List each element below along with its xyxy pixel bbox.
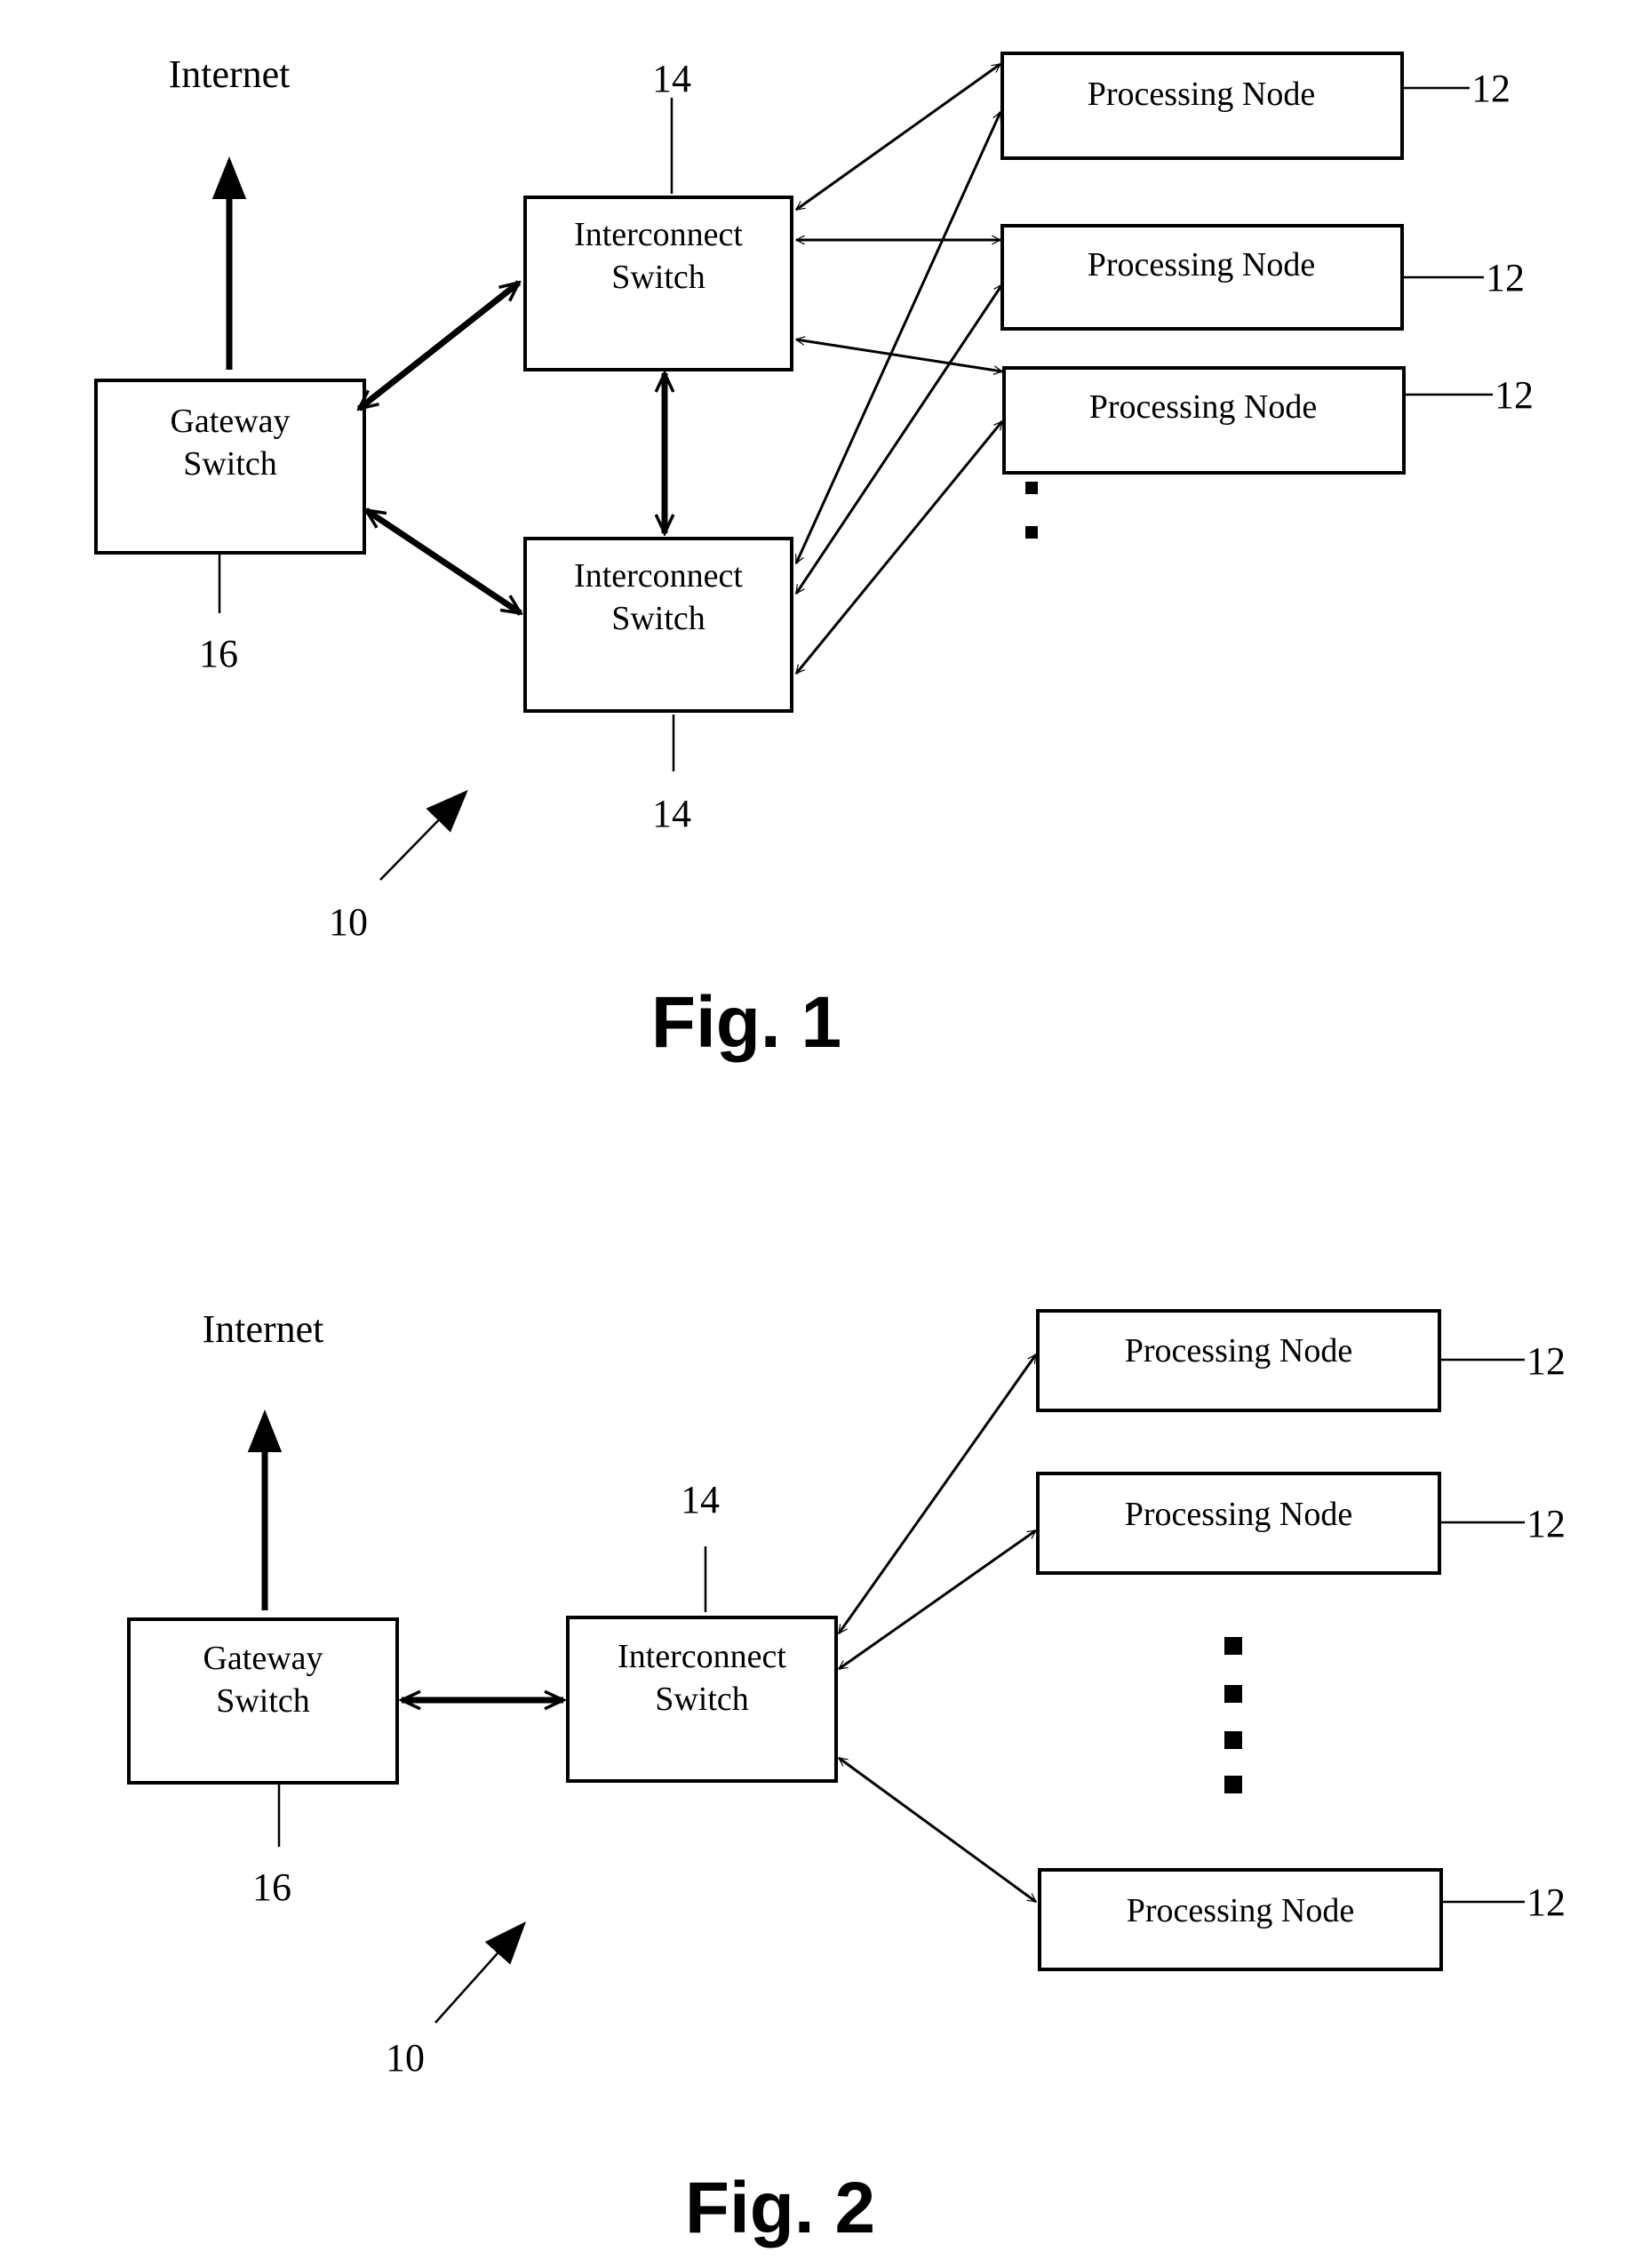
interconnect-top-label-line2: Switch xyxy=(611,259,705,296)
node-2-ref-number: 12 xyxy=(1526,1502,1566,1545)
processing-node-3: Processing Node xyxy=(1038,1868,1443,1971)
gateway-label-line1: Gateway xyxy=(170,403,290,440)
ellipsis-dot xyxy=(1025,526,1038,539)
node-3-ref-number: 12 xyxy=(1495,373,1534,417)
interconnect-top-label-line1: Interconnect xyxy=(574,216,743,253)
ellipsis-dot xyxy=(1224,1685,1242,1703)
interconnect-switch-box-bottom: Interconnect Switch xyxy=(523,537,793,713)
ellipsis-dot xyxy=(1224,1637,1242,1655)
switch-to-node-3-link xyxy=(839,1756,1036,1904)
system-ref-arrow xyxy=(434,1921,527,2024)
interconnect-switch-box: Interconnect Switch xyxy=(566,1616,838,1783)
processing-node-2: Processing Node xyxy=(1036,1472,1441,1575)
switch-to-node-2-link xyxy=(839,1529,1036,1671)
interconnect-bottom-label-line2: Switch xyxy=(611,600,705,637)
interconnect-bottom-ref-number: 14 xyxy=(652,792,691,835)
gateway-label-line2: Switch xyxy=(216,1682,310,1720)
node-1-ref-number: 12 xyxy=(1471,67,1510,110)
processing-node-1-label: Processing Node xyxy=(1088,76,1315,113)
system-ref-number: 10 xyxy=(329,900,368,944)
bottom-switch-to-node-1-link xyxy=(794,112,1002,563)
gateway-switch-box: Gateway Switch xyxy=(94,379,366,555)
figure-1: Internet Gateway Switch 16 Interconnect … xyxy=(94,52,1534,1063)
figure-1-caption: Fig. 1 xyxy=(651,982,841,1063)
gateway-to-interconnect-top-link xyxy=(359,280,519,411)
interconnect-bottom-label-line1: Interconnect xyxy=(574,557,743,595)
ellipsis-dot xyxy=(1224,1776,1242,1793)
gateway-switch-box: Gateway Switch xyxy=(127,1617,399,1785)
processing-node-3-label: Processing Node xyxy=(1089,388,1317,426)
node-2-ref-number: 12 xyxy=(1486,256,1525,299)
figure-2-caption: Fig. 2 xyxy=(685,2168,875,2248)
ellipsis-dots xyxy=(1224,1637,1242,1793)
ellipsis-dot xyxy=(1224,1731,1242,1749)
processing-node-1: Processing Node xyxy=(1000,52,1404,160)
interconnect-top-ref-number: 14 xyxy=(652,57,691,100)
internet-label: Internet xyxy=(169,52,291,96)
top-switch-to-node-3-link xyxy=(796,339,1002,371)
gateway-label-line2: Switch xyxy=(183,445,277,483)
processing-node-2-label: Processing Node xyxy=(1125,1496,1352,1533)
gateway-to-interconnect-bottom-link xyxy=(366,507,521,616)
patent-drawing-sheet: Internet Gateway Switch 16 Interconnect … xyxy=(94,52,1566,2248)
processing-node-3: Processing Node xyxy=(1002,366,1406,475)
node-3-ref-number: 12 xyxy=(1526,1881,1566,1924)
processing-node-2-label: Processing Node xyxy=(1088,246,1315,284)
processing-node-3-label: Processing Node xyxy=(1127,1892,1354,1929)
processing-node-2: Processing Node xyxy=(1000,224,1404,331)
ellipsis-dot xyxy=(1025,482,1038,494)
interconnect-label-line2: Switch xyxy=(655,1681,749,1718)
node-1-ref-number: 12 xyxy=(1526,1339,1566,1383)
interconnect-label-line1: Interconnect xyxy=(618,1638,786,1675)
processing-node-1-label: Processing Node xyxy=(1125,1332,1352,1370)
system-ref-arrow xyxy=(379,789,468,881)
interconnect-ref-number: 14 xyxy=(681,1478,720,1521)
gateway-ref-number: 16 xyxy=(252,1865,291,1909)
gateway-ref-number: 16 xyxy=(199,632,238,675)
internet-label: Internet xyxy=(203,1307,324,1351)
processing-node-1: Processing Node xyxy=(1036,1309,1441,1412)
system-ref-number: 10 xyxy=(386,2036,425,2080)
top-switch-to-node-1-link xyxy=(796,62,1000,212)
gateway-label-line1: Gateway xyxy=(203,1640,323,1677)
switch-to-node-1-link xyxy=(837,1354,1038,1633)
figure-2: Internet Gateway Switch 16 Interconnect … xyxy=(127,1307,1566,2248)
interconnect-switch-box-top: Interconnect Switch xyxy=(523,196,793,371)
